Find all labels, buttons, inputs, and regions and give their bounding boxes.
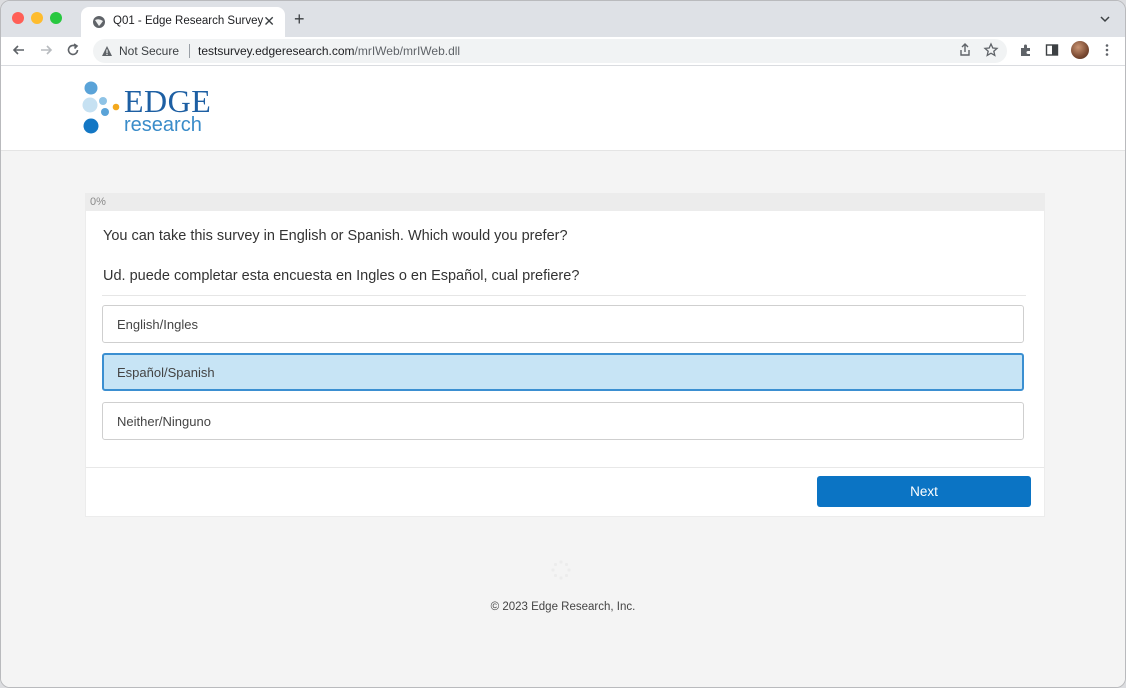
browser-window: Q01 - Edge Research Survey ✕ + Not Secur…	[0, 0, 1126, 688]
forward-arrow-icon[interactable]	[37, 41, 55, 59]
survey-card: 0% You can take this survey in English o…	[85, 193, 1045, 517]
url-text[interactable]: testsurvey.edgeresearch.com/mrIWeb/mrIWe…	[198, 44, 460, 58]
tab-strip: Q01 - Edge Research Survey ✕ +	[1, 1, 1125, 37]
globe-icon	[93, 16, 105, 28]
question-text-english: You can take this survey in English or S…	[103, 228, 568, 244]
side-panel-icon[interactable]	[1044, 42, 1060, 58]
option-english[interactable]: English/Ingles	[102, 305, 1024, 343]
browser-toolbar: Not Secure testsurvey.edgeresearch.com/m…	[1, 37, 1125, 66]
option-label: Neither/Ninguno	[117, 414, 211, 429]
address-bar[interactable]: Not Secure testsurvey.edgeresearch.com/m…	[93, 39, 1007, 63]
window-controls	[12, 12, 62, 24]
loading-spinner-icon	[551, 560, 571, 580]
page-content: EDGE research 0% You can take this surve…	[1, 66, 1125, 687]
option-label: Español/Spanish	[117, 365, 215, 380]
tab-title: Q01 - Edge Research Survey	[113, 15, 264, 27]
chevron-down-icon[interactable]	[1099, 13, 1111, 25]
logo-wordmark: EDGE	[124, 83, 212, 119]
security-status[interactable]: Not Secure	[119, 44, 179, 58]
extensions-icon[interactable]	[1018, 42, 1034, 58]
star-icon[interactable]	[983, 42, 999, 58]
minimize-window-button[interactable]	[31, 12, 43, 24]
copyright-footer: © 2023 Edge Research, Inc.	[490, 601, 636, 613]
omnibox-separator	[189, 44, 190, 58]
back-arrow-icon[interactable]	[10, 41, 28, 59]
url-host: testsurvey.edgeresearch.com	[198, 44, 355, 58]
close-tab-icon[interactable]: ✕	[263, 13, 275, 29]
url-path: /mrIWeb/mrIWeb.dll	[354, 44, 461, 58]
logo-dots-icon	[82, 81, 120, 134]
new-tab-icon[interactable]: +	[294, 10, 305, 28]
more-menu-icon[interactable]	[1099, 42, 1115, 58]
maximize-window-button[interactable]	[50, 12, 62, 24]
reload-icon[interactable]	[64, 41, 82, 59]
option-spanish[interactable]: Español/Spanish	[102, 353, 1024, 391]
edge-research-logo: EDGE research	[81, 80, 231, 140]
progress-bar: 0%	[86, 194, 1044, 211]
option-label: English/Ingles	[117, 317, 198, 332]
share-icon[interactable]	[957, 42, 973, 58]
question-text-spanish: Ud. puede completar esta encuesta en Ing…	[103, 268, 580, 284]
close-window-button[interactable]	[12, 12, 24, 24]
next-button[interactable]: Next	[817, 476, 1031, 507]
logo-subtitle: research	[124, 114, 202, 136]
warning-icon	[102, 46, 112, 56]
footer-divider	[86, 467, 1044, 468]
profile-avatar[interactable]	[1071, 41, 1089, 59]
site-header: EDGE research	[1, 66, 1125, 151]
question-divider	[102, 295, 1026, 296]
progress-label: 0%	[90, 196, 106, 208]
option-neither[interactable]: Neither/Ninguno	[102, 402, 1024, 440]
browser-tab[interactable]: Q01 - Edge Research Survey ✕	[81, 7, 285, 37]
